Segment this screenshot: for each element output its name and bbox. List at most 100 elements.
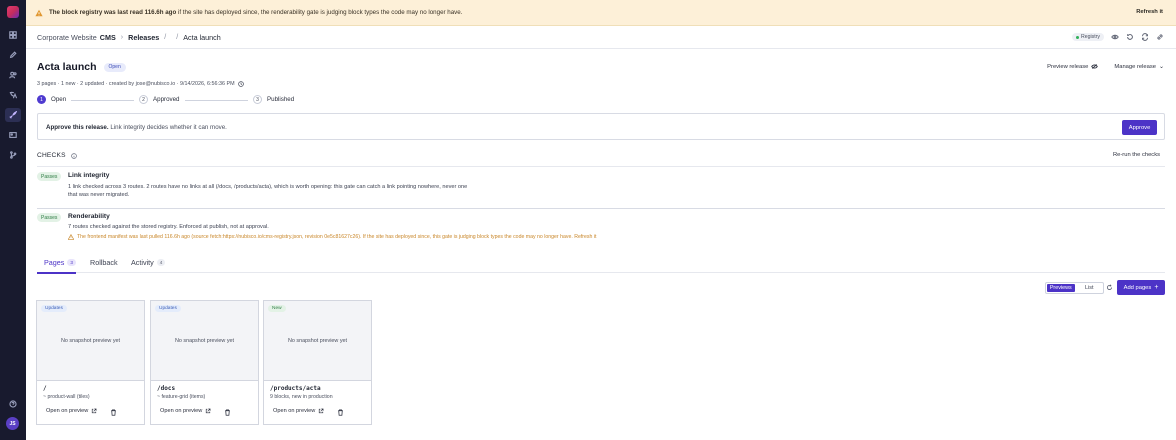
trash-icon[interactable] <box>110 409 117 416</box>
step-open: 1 Open <box>37 95 66 104</box>
list-toggle[interactable]: List <box>1076 283 1104 293</box>
open-on-preview-link[interactable]: Open on preview <box>46 408 97 414</box>
open-on-preview-link[interactable]: Open on preview <box>160 408 211 414</box>
breadcrumb-site[interactable]: Corporate Website <box>37 33 97 42</box>
change-badge: Updates <box>41 305 67 312</box>
external-link-icon <box>318 408 324 414</box>
translate-icon[interactable] <box>5 88 21 102</box>
check-warning: The frontend manifest was last pulled 11… <box>68 234 596 240</box>
approve-button[interactable]: Approve <box>1122 120 1157 135</box>
page-title: Acta launch <box>37 61 97 73</box>
tab-activity[interactable]: Activity 4 <box>131 258 166 273</box>
branch-icon[interactable] <box>5 148 21 162</box>
manage-release-label: Manage release <box>1114 63 1156 70</box>
add-pages-label: Add pages <box>1123 284 1152 291</box>
page-header: Corporate Website CMS › Releases / / Act… <box>26 26 1176 49</box>
left-rail: JS <box>0 0 26 440</box>
check-name: Renderability <box>68 213 110 220</box>
tab-rollback[interactable]: Rollback <box>90 258 118 273</box>
page-card[interactable]: Updates No snapshot preview yet / ~ prod… <box>36 300 145 425</box>
page-change-summary: ~ product-wall (tiles) <box>43 394 90 400</box>
previews-toggle[interactable]: Previews <box>1047 284 1075 292</box>
trash-icon[interactable] <box>337 409 344 416</box>
no-preview-text: No snapshot preview yet <box>287 338 348 344</box>
dashboard-icon[interactable] <box>5 28 21 42</box>
chevron-right-icon: › <box>120 34 124 41</box>
release-meta: 3 pages · 1 new · 2 updated · created by… <box>37 81 244 87</box>
preview-release-label: Preview release <box>1047 63 1089 70</box>
edit-icon[interactable] <box>5 48 21 62</box>
breadcrumb-slash-2: / <box>176 34 179 41</box>
open-label: Open on preview <box>160 408 203 414</box>
check-status-badge: Passes <box>37 172 62 181</box>
step-label: Published <box>267 96 295 103</box>
breadcrumb-slash: / <box>164 34 167 41</box>
banner-text: The block registry was last read 116.6h … <box>49 9 463 16</box>
breadcrumb-app[interactable]: CMS <box>100 33 116 42</box>
breadcrumb-releases[interactable]: Releases <box>128 33 159 42</box>
check-description: 7 routes checked against the stored regi… <box>68 224 269 230</box>
checks-header: CHECKS Re-run the checks <box>37 152 1165 167</box>
page-change-summary: ~ feature-grid (items) <box>157 394 206 400</box>
rerun-checks-button[interactable]: Re-run the checks <box>1113 152 1160 158</box>
approve-panel: Approve this release. Link integrity dec… <box>37 113 1165 140</box>
preview-thumbnail: New No snapshot preview yet <box>264 301 371 381</box>
step-label: Approved <box>153 96 180 103</box>
release-stepper: 1 Open 2 Approved 3 Published <box>37 95 297 105</box>
check-divider <box>37 208 1165 209</box>
warning-icon <box>68 234 74 240</box>
app-logo[interactable] <box>7 6 19 18</box>
avatar[interactable]: JS <box>6 417 19 430</box>
media-icon[interactable] <box>5 128 21 142</box>
page-path: / <box>43 385 47 392</box>
add-pages-button[interactable]: Add pages + <box>1117 280 1165 295</box>
status-badge: Open <box>103 62 126 72</box>
approve-text: Approve this release. Link integrity dec… <box>46 124 227 131</box>
change-badge: New <box>268 305 286 312</box>
change-badge: Updates <box>155 305 181 312</box>
tab-label: Pages <box>44 258 65 267</box>
eye-icon[interactable] <box>1111 33 1119 41</box>
page-card[interactable]: New No snapshot preview yet /products/ac… <box>263 300 372 425</box>
step-label: Open <box>51 96 67 103</box>
trash-icon[interactable] <box>224 409 231 416</box>
check-renderability: Passes Renderability 7 routes checked ag… <box>37 213 1165 243</box>
page-path: /docs <box>157 385 176 392</box>
help-icon[interactable] <box>5 397 21 411</box>
release-title-row: Acta launch Open <box>37 61 126 73</box>
registry-warning-banner: The block registry was last read 116.6h … <box>26 0 1176 26</box>
page-card[interactable]: Updates No snapshot preview yet /docs ~ … <box>150 300 259 425</box>
step-connector <box>71 99 134 101</box>
check-status-badge: Passes <box>37 213 62 222</box>
step-number: 1 <box>37 95 46 104</box>
status-dot-icon <box>1075 35 1079 39</box>
link-icon[interactable] <box>1156 33 1164 41</box>
open-on-preview-link[interactable]: Open on preview <box>273 408 324 414</box>
step-number: 2 <box>139 95 148 104</box>
tab-label: Rollback <box>90 258 118 267</box>
page-change-summary: 9 blocks, new in production <box>270 394 333 400</box>
check-description: 1 link checked across 3 routes. 2 routes… <box>68 184 468 198</box>
clock-icon <box>237 81 244 87</box>
release-tabs: Pages 3 Rollback Activity 4 <box>37 258 1165 274</box>
external-link-icon <box>91 408 97 414</box>
manage-release-button[interactable]: Manage release ⌄ <box>1114 63 1164 71</box>
view-toggle: Previews List <box>1045 282 1104 294</box>
eye-off-icon <box>1091 63 1099 70</box>
check-link-integrity: Passes Link integrity 1 link checked acr… <box>37 172 1165 206</box>
releases-icon[interactable] <box>5 108 21 122</box>
no-preview-text: No snapshot preview yet <box>60 338 121 344</box>
external-link-icon <box>205 408 211 414</box>
preview-thumbnail: Updates No snapshot preview yet <box>151 301 258 381</box>
chevron-down-icon: ⌄ <box>1158 64 1164 70</box>
tab-pages[interactable]: Pages 3 <box>44 258 76 273</box>
tab-label: Activity <box>131 258 154 267</box>
users-icon[interactable] <box>5 68 21 82</box>
history-icon[interactable] <box>1126 33 1134 41</box>
preview-release-button[interactable]: Preview release <box>1047 63 1099 70</box>
refresh-icon[interactable] <box>1106 284 1113 291</box>
refresh-registry-button[interactable]: Refresh it <box>1136 9 1163 15</box>
registry-badge[interactable]: Registry <box>1071 33 1104 41</box>
sync-icon[interactable] <box>1141 33 1149 41</box>
warning-icon <box>35 9 43 17</box>
